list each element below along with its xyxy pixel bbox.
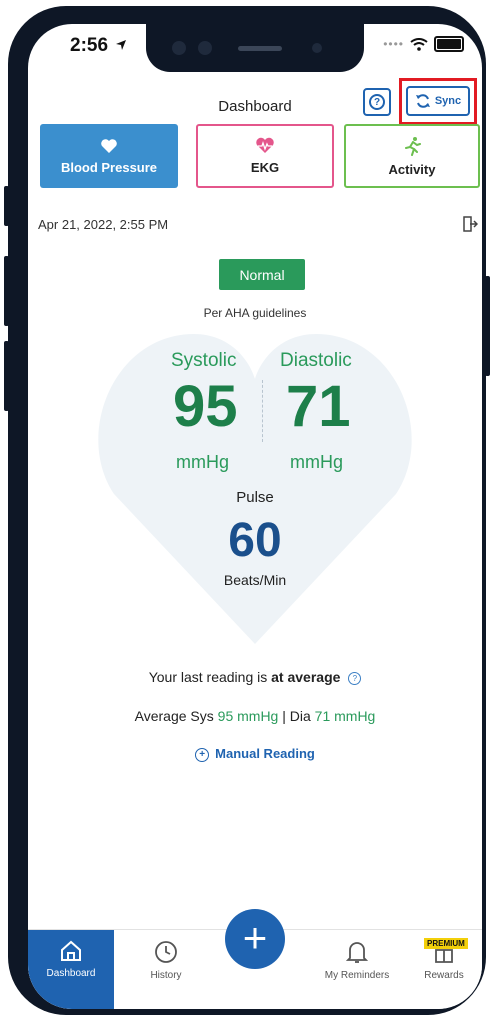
nav-reminders[interactable]: My Reminders — [312, 930, 402, 1009]
question-icon: ? — [369, 94, 385, 110]
nav-dashboard[interactable]: Dashboard — [28, 930, 114, 1009]
phone-power-button — [485, 276, 490, 376]
nav-rewards[interactable]: PREMIUM Rewards — [406, 930, 482, 1009]
last-reading-status: at average — [271, 669, 341, 685]
heart-icon — [101, 138, 117, 153]
sync-button[interactable]: Sync — [406, 86, 470, 116]
pulse-value: 60 — [228, 514, 282, 567]
guideline-text: Per AHA guidelines — [203, 306, 307, 320]
sync-icon — [415, 94, 430, 108]
runner-icon — [405, 136, 421, 156]
phone-volume-up — [4, 256, 9, 326]
nav-label: Rewards — [424, 970, 464, 981]
bell-icon — [346, 942, 368, 963]
front-camera-icon — [312, 43, 322, 53]
status-badge: Normal — [219, 259, 305, 290]
location-arrow-icon — [116, 40, 127, 50]
camera-icon — [172, 41, 186, 55]
nav-label: History — [150, 970, 182, 981]
tab-ekg[interactable]: EKG — [196, 124, 334, 188]
manual-reading-link[interactable]: + Manual Reading — [28, 746, 482, 762]
diastolic-value: 71 — [286, 374, 351, 439]
status-time: 2:56 — [70, 35, 127, 57]
pulse-unit: Beats/Min — [223, 572, 287, 588]
avg-separator: | Dia — [278, 708, 315, 724]
systolic-value: 95 — [173, 374, 238, 439]
reading-datetime: Apr 21, 2022, 2:55 PM — [38, 217, 169, 232]
avg-sys-value: 95 mmHg — [217, 708, 279, 724]
tab-label: EKG — [250, 160, 280, 175]
phone-volume-down — [4, 341, 9, 411]
sensor-icon — [198, 41, 212, 55]
app-screen: 2:56 •••• Dashboard ? Sync Blood Pressur… — [28, 24, 482, 1009]
wifi-icon — [410, 37, 428, 51]
diastolic-unit: mmHg — [290, 452, 343, 472]
avg-sys-prefix: Average Sys — [134, 708, 218, 724]
add-reading-button[interactable]: + — [225, 909, 285, 969]
systolic-unit: mmHg — [176, 452, 229, 472]
tab-label: Activity — [388, 161, 436, 177]
tab-blood-pressure[interactable]: Blood Pressure — [40, 124, 178, 188]
pulse-label: Pulse — [236, 489, 274, 506]
avg-dia-value: 71 mmHg — [314, 708, 376, 724]
systolic-label: Systolic — [171, 350, 237, 371]
tab-label: Blood Pressure — [60, 159, 158, 175]
phone-frame: 2:56 •••• Dashboard ? Sync Blood Pressur… — [4, 6, 490, 1015]
manual-reading-label: Manual Reading — [215, 746, 315, 761]
notch — [146, 24, 364, 72]
signal-icon: •••• — [383, 37, 404, 51]
nav-label: My Reminders — [324, 970, 390, 981]
phone-mute-button — [4, 186, 9, 226]
clock-icon — [155, 941, 177, 963]
ekg-heart-icon — [256, 137, 274, 153]
tab-activity[interactable]: Activity — [344, 124, 480, 188]
battery-icon — [434, 36, 464, 52]
speaker — [238, 46, 282, 51]
help-button[interactable]: ? — [363, 88, 391, 116]
home-icon — [61, 940, 81, 961]
share-icon[interactable] — [462, 215, 478, 233]
info-icon[interactable]: ? — [348, 671, 362, 685]
status-icons: •••• — [383, 36, 464, 52]
nav-history[interactable]: History — [128, 930, 204, 1009]
sync-label: Sync — [434, 95, 462, 107]
plus-circle-icon: + — [195, 747, 210, 762]
diastolic-label: Diastolic — [280, 350, 352, 371]
status-time-text: 2:56 — [70, 35, 109, 56]
last-reading-prefix: Your last reading is — [148, 669, 272, 685]
value-divider — [262, 380, 263, 442]
last-reading-text: Your last reading is at average ? — [28, 669, 482, 685]
average-line: Average Sys 95 mmHg | Dia 71 mmHg — [28, 708, 482, 724]
nav-label: Dashboard — [46, 968, 96, 979]
premium-badge: PREMIUM — [424, 938, 468, 949]
